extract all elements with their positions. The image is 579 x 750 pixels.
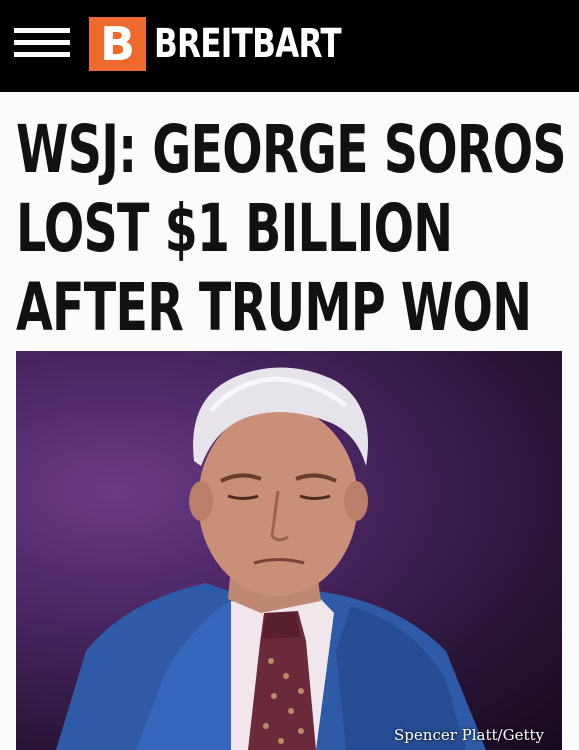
menu-button[interactable] [14, 22, 72, 62]
headline-line: LOST $1 BILLION [16, 190, 453, 267]
site-header: B BREITBART [0, 0, 579, 92]
site-name: BREITBART [154, 21, 342, 67]
site-logo-link[interactable]: B BREITBART [89, 14, 394, 74]
photo-credit: Spencer Platt/Getty [394, 726, 544, 744]
article-headline[interactable]: WSJ: GEORGE SOROS LOST $1 BILLION AFTER … [16, 110, 567, 347]
headline-line: WSJ: GEORGE SOROS [16, 111, 567, 188]
portrait-illustration [56, 367, 486, 750]
article-photo[interactable]: Spencer Platt/Getty [16, 351, 562, 750]
headline-line: AFTER TRUMP WON [16, 269, 532, 346]
logo-mark: B [89, 17, 146, 71]
hamburger-menu-icon [14, 28, 70, 33]
article-page: B BREITBART WSJ: GEORGE SOROS LOST $1 BI… [0, 0, 579, 750]
